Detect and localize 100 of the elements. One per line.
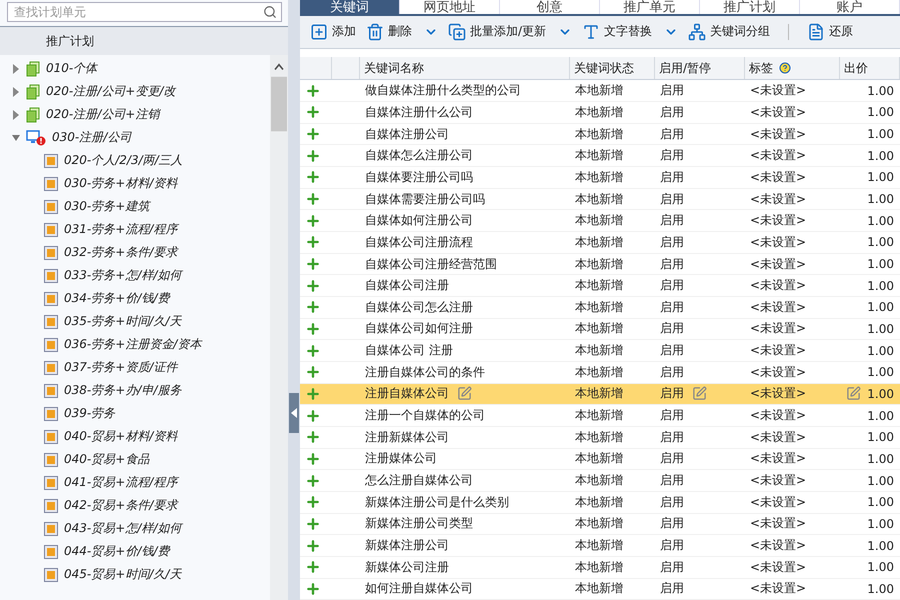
tree-item[interactable]: 039-劳务 <box>0 402 270 425</box>
tree-item[interactable]: 040-贸易+材料/资料 <box>0 425 270 448</box>
caret-down-icon[interactable] <box>12 132 20 142</box>
unit-icon <box>44 430 58 444</box>
table-row[interactable]: 新媒体注册公司类型 本地新增 启用 <未设置> 1.00 <box>300 514 900 536</box>
column-header[interactable]: 关键词名称 <box>364 60 424 77</box>
table-row[interactable]: 注册媒体公司 本地新增 启用 <未设置> 1.00 <box>300 448 900 470</box>
tree-item[interactable]: 031-劳务+流程/程序 <box>0 218 270 241</box>
column-header[interactable]: 出价 <box>844 60 868 77</box>
enable-status: 启用 <box>660 428 684 446</box>
caret-right-icon[interactable] <box>12 110 20 120</box>
toolbar-button[interactable]: 批量添加/更新 <box>446 20 574 43</box>
plus-icon[interactable] <box>305 342 321 359</box>
tree-item[interactable]: 038-劳务+办/申/服务 <box>0 379 270 402</box>
unit-icon <box>44 246 58 260</box>
tree-item[interactable]: 030-劳务+建筑 <box>0 195 270 218</box>
tree-item[interactable]: 041-贸易+流程/程序 <box>0 471 270 494</box>
tab[interactable]: 关键词 <box>300 0 400 14</box>
tree-item[interactable]: 035-劳务+时间/久/天 <box>0 310 270 333</box>
tree-item[interactable]: 037-劳务+资质/证件 <box>0 356 270 379</box>
plus-icon[interactable] <box>305 386 321 402</box>
tree-item[interactable]: 010-个体 <box>0 57 270 80</box>
plus-icon[interactable] <box>305 104 321 120</box>
tree-item[interactable]: 032-劳务+条件/要求 <box>0 241 270 264</box>
search-field[interactable]: 查找计划单元 <box>7 2 282 22</box>
keyword-name: 注册自媒体公司的条件 <box>365 364 485 381</box>
caret-right-icon[interactable] <box>12 86 20 96</box>
tree-item[interactable]: 042-贸易+条件/要求 <box>0 494 270 517</box>
plus-icon[interactable] <box>305 191 321 208</box>
plus-icon[interactable] <box>305 256 321 272</box>
plus-icon[interactable] <box>305 212 321 229</box>
toolbar-button[interactable]: 还原 <box>805 20 856 43</box>
bid-value: 1.00 <box>867 214 894 228</box>
sidebar-title: 推广计划 <box>46 32 94 50</box>
tag-value: <未设置> <box>750 364 806 381</box>
plus-icon[interactable] <box>305 148 321 164</box>
unit-name: 031-劳务+流程/程序 <box>64 221 178 238</box>
table-row[interactable]: 自媒体公司如何注册 本地新增 启用 <未设置> 1.00 <box>300 318 900 340</box>
tree-item[interactable]: 030-劳务+材料/资料 <box>0 172 270 195</box>
plus-icon[interactable] <box>305 450 321 467</box>
column-header[interactable]: 启用/暂停 <box>659 60 712 77</box>
plan-name: 020-注册/公司+注销 <box>46 106 160 123</box>
toolbar-button[interactable]: 关键词分组 <box>686 20 772 43</box>
pages-icon <box>26 84 40 100</box>
toolbar-button[interactable]: 删除 <box>364 20 440 43</box>
unit-icon <box>44 568 58 582</box>
tree-item[interactable]: 040-贸易+食品 <box>0 448 270 471</box>
help-icon[interactable] <box>779 62 791 74</box>
collapse-handle[interactable] <box>289 392 299 432</box>
plan-name: 020-注册/公司+变更/改 <box>46 83 176 100</box>
edit-icon[interactable] <box>457 386 472 402</box>
toolbar-button[interactable]: 文字替换 <box>580 20 680 43</box>
column-header[interactable]: 关键词状态 <box>574 60 634 77</box>
plus-icon[interactable] <box>305 516 321 532</box>
toolbar-button[interactable]: 添加 <box>308 20 358 43</box>
plus-icon[interactable] <box>305 580 321 597</box>
plus-icon[interactable] <box>305 559 321 576</box>
plus-icon[interactable] <box>305 429 321 446</box>
table-row[interactable]: 如何注册自媒体公司 本地新增 启用 <未设置> 1.00 <box>300 578 900 600</box>
tree-item[interactable]: 036-劳务+注册资金/资本 <box>0 333 270 356</box>
unit-name: 043-贸易+怎/样/如何 <box>64 520 182 537</box>
tree-item[interactable]: 043-贸易+怎/样/如何 <box>0 517 270 540</box>
table-row[interactable]: 自媒体需要注册公司吗 本地新增 启用 <未设置> 1.00 <box>300 188 900 210</box>
plus-icon[interactable] <box>305 278 321 294</box>
tree-item[interactable]: 020-个人/2/3/两/三人 <box>0 149 270 172</box>
bid-value: 1.00 <box>867 386 894 401</box>
plus-icon[interactable] <box>305 169 321 186</box>
plus-icon[interactable] <box>305 472 321 489</box>
tree-item[interactable]: 020-注册/公司+变更/改 <box>0 80 270 103</box>
edit-icon[interactable] <box>692 386 707 402</box>
tree-item[interactable]: 020-注册/公司+注销 <box>0 103 270 126</box>
bid-value: 1.00 <box>867 538 894 553</box>
bid-value: 1.00 <box>867 257 894 272</box>
bid-value: 1.00 <box>867 516 894 531</box>
plus-icon[interactable] <box>305 299 321 316</box>
plus-icon[interactable] <box>305 408 321 424</box>
plus-icon[interactable] <box>305 82 321 99</box>
tree-item[interactable]: 044-贸易+价/钱/费 <box>0 540 270 563</box>
caret-right-icon[interactable] <box>12 64 20 74</box>
scrollbar-drawing[interactable] <box>270 55 288 600</box>
plus-icon[interactable] <box>305 494 321 510</box>
keyword-status: 本地新增 <box>575 82 623 100</box>
tree-item[interactable]: 033-劳务+怎/样/如何 <box>0 264 270 287</box>
table-row[interactable]: 自媒体公司注册经营范围 本地新增 启用 <未设置> 1.00 <box>300 254 900 276</box>
plus-icon[interactable] <box>305 364 321 380</box>
replace-icon <box>582 22 600 41</box>
plus-icon[interactable] <box>305 320 321 337</box>
table-row[interactable]: 注册自媒体公司 本地新增 启用 <未设置> 1.00 <box>300 384 900 406</box>
edit-icon[interactable] <box>846 386 862 402</box>
tree-item[interactable]: 045-贸易+时间/久/天 <box>0 563 270 586</box>
unit-name: 041-贸易+流程/程序 <box>64 474 178 491</box>
tree-item[interactable]: 030-注册/公司 <box>0 126 270 149</box>
column-header[interactable]: 标签 <box>749 60 773 77</box>
plus-icon[interactable] <box>305 538 321 554</box>
plus-icon[interactable] <box>305 126 321 142</box>
plus-icon[interactable] <box>305 234 321 250</box>
arrow-left-icon <box>291 408 297 418</box>
tree-item[interactable]: 034-劳务+价/钱/费 <box>0 287 270 310</box>
pages-icon <box>26 106 40 122</box>
enable-status: 启用 <box>660 234 684 251</box>
